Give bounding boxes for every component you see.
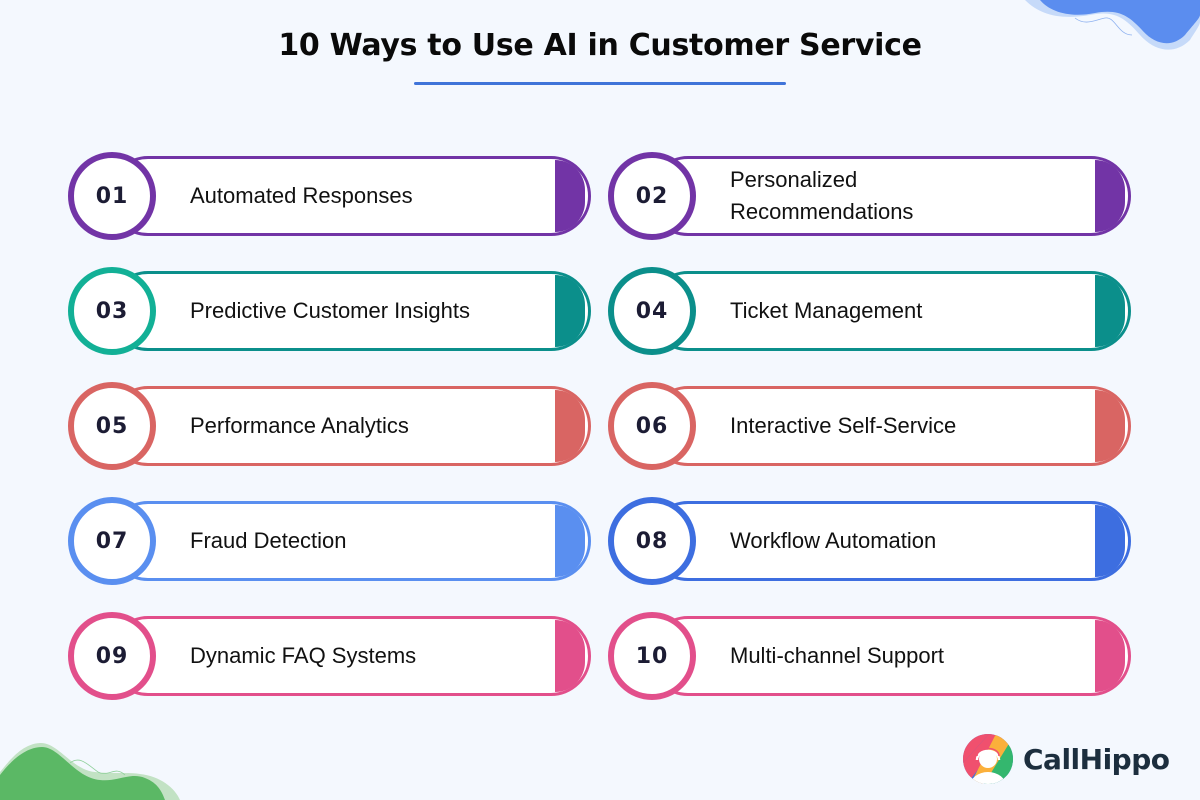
item-number-badge: 10 <box>608 612 696 700</box>
item-number-badge: 06 <box>608 382 696 470</box>
item-label: Workflow Automation <box>730 497 1090 585</box>
brand-name: CallHippo <box>1023 742 1170 776</box>
page-title: 10 Ways to Use AI in Customer Service <box>278 28 922 63</box>
title-underline <box>414 82 786 85</box>
way-item: 07 Fraud Detection <box>68 497 594 585</box>
item-number: 04 <box>635 298 669 324</box>
item-label-text: Interactive Self-Service <box>730 413 957 438</box>
item-label: Automated Responses <box>190 152 550 240</box>
decorative-wave-bottom-icon <box>0 742 180 800</box>
way-item: 01 Automated Responses <box>68 152 594 240</box>
item-number: 01 <box>95 183 129 209</box>
way-item: 09 Dynamic FAQ Systems <box>68 612 594 700</box>
item-number-badge: 09 <box>68 612 156 700</box>
way-item: 06 Interactive Self-Service <box>608 382 1134 470</box>
way-item: 04 Ticket Management <box>608 267 1134 355</box>
item-label-text: Automated Responses <box>190 183 413 208</box>
item-number-badge: 07 <box>68 497 156 585</box>
brand-logo: CallHippo <box>963 734 1170 784</box>
item-label-text: Predictive Customer Insights <box>190 298 470 323</box>
callhippo-headset-logo-icon <box>963 734 1013 784</box>
way-item: 03 Predictive Customer Insights <box>68 267 594 355</box>
item-label-text: Dynamic FAQ Systems <box>190 643 417 668</box>
item-label: Fraud Detection <box>190 497 550 585</box>
item-label: Performance Analytics <box>190 382 550 470</box>
item-number: 05 <box>95 413 129 439</box>
item-label: Dynamic FAQ Systems <box>190 612 550 700</box>
item-label-text: Multi-channel Support <box>730 643 945 668</box>
item-number: 09 <box>95 643 129 669</box>
item-number: 03 <box>95 298 129 324</box>
item-label: Multi-channel Support <box>730 612 1090 700</box>
item-number-badge: 02 <box>608 152 696 240</box>
item-label-text: Performance Analytics <box>190 413 409 438</box>
item-number: 02 <box>635 183 669 209</box>
item-number-badge: 01 <box>68 152 156 240</box>
item-label-text: Fraud Detection <box>190 528 347 553</box>
item-number: 06 <box>635 413 669 439</box>
way-item: 05 Performance Analytics <box>68 382 594 470</box>
item-label: Ticket Management <box>730 267 1090 355</box>
item-number-badge: 08 <box>608 497 696 585</box>
way-item: 08 Workflow Automation <box>608 497 1134 585</box>
item-label: Personalized Recommendations <box>730 152 1030 240</box>
item-number-badge: 04 <box>608 267 696 355</box>
item-number-badge: 05 <box>68 382 156 470</box>
item-number: 10 <box>635 643 669 669</box>
way-item: 02 Personalized Recommendations <box>608 152 1134 240</box>
item-label-text: Personalized Recommendations <box>730 167 914 224</box>
item-number-badge: 03 <box>68 267 156 355</box>
item-number: 07 <box>95 528 129 554</box>
way-item: 10 Multi-channel Support <box>608 612 1134 700</box>
item-label: Interactive Self-Service <box>730 382 1090 470</box>
item-number: 08 <box>635 528 669 554</box>
item-label-text: Ticket Management <box>730 298 923 323</box>
item-label: Predictive Customer Insights <box>190 267 550 355</box>
item-label-text: Workflow Automation <box>730 528 937 553</box>
